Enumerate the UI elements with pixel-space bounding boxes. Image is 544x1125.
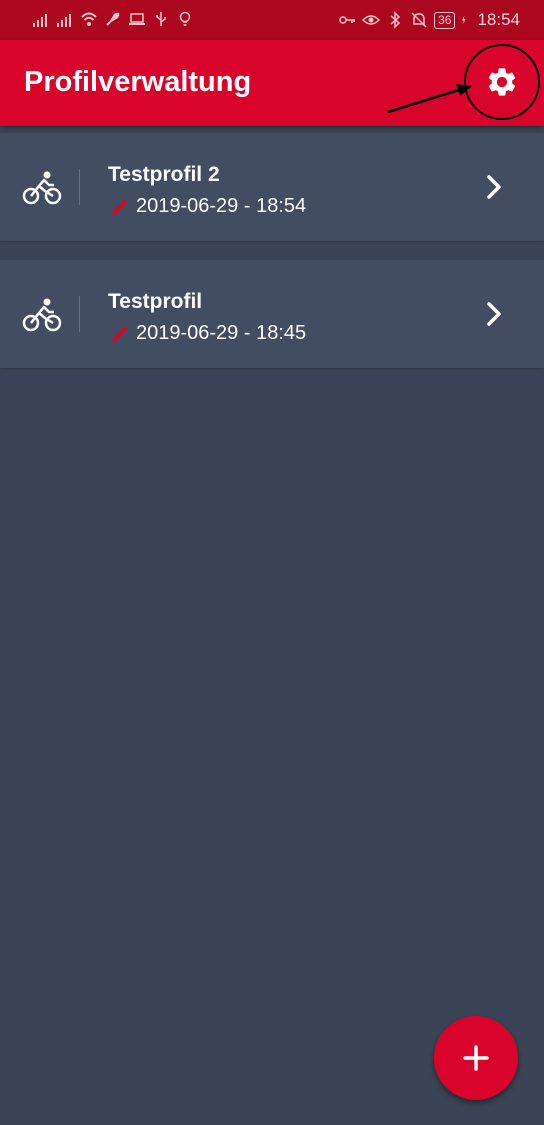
status-right-icons: 36 18:54 (338, 10, 520, 30)
divider (79, 296, 80, 332)
profile-date: 2019-06-29 - 18:54 (136, 195, 307, 217)
usb-icon (156, 12, 166, 26)
rocket-icon (106, 12, 120, 26)
list-item[interactable]: Testprofil 2 2019-06-29 - 18:54 (0, 133, 544, 241)
chevron-right-icon (487, 175, 501, 199)
profile-name: Testprofil (108, 290, 203, 313)
status-time: 18:54 (477, 10, 520, 29)
annotation-arrow-icon (387, 84, 472, 114)
charging-icon (462, 15, 466, 25)
divider (79, 169, 80, 205)
list-item[interactable]: Testprofil 2019-06-29 - 18:45 (0, 260, 544, 368)
wifi-icon (81, 12, 97, 26)
lightbulb-icon (179, 11, 191, 26)
profile-date: 2019-06-29 - 18:45 (136, 322, 307, 344)
bluetooth-icon (390, 11, 401, 29)
profile-date-row: 2019-06-29 - 18:54 (108, 195, 306, 218)
profile-date-row: 2019-06-29 - 18:45 (108, 322, 306, 345)
profile-name: Testprofil 2 (108, 163, 220, 186)
bell-off-icon (411, 12, 427, 28)
laptop-icon (129, 13, 145, 25)
bicycle-icon (22, 171, 62, 205)
plus-icon (463, 1045, 489, 1071)
signal-icon (33, 14, 47, 27)
status-left-icons (32, 10, 194, 28)
pencil-icon (111, 325, 128, 343)
add-profile-button[interactable] (434, 1016, 518, 1100)
signal-icon (57, 14, 71, 27)
key-icon (339, 16, 356, 24)
battery-level: 36 (434, 11, 456, 29)
page-title: Profilverwaltung (24, 66, 252, 98)
gear-icon (488, 68, 516, 96)
eye-icon (362, 15, 381, 25)
bicycle-icon (22, 298, 62, 332)
pencil-icon (111, 198, 128, 216)
status-bar: 36 18:54 (0, 0, 544, 40)
chevron-right-icon (487, 302, 501, 326)
